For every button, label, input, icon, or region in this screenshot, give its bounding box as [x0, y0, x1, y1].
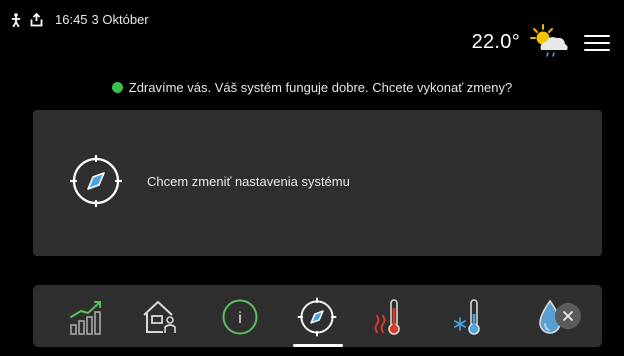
clock-time: 16:45: [55, 12, 88, 27]
upload-icon: [30, 12, 43, 26]
info-icon[interactable]: i: [217, 294, 263, 340]
compass-icon[interactable]: [294, 294, 340, 340]
house-person-icon[interactable]: [137, 294, 183, 340]
bottom-dock: i: [33, 285, 602, 347]
close-icon[interactable]: [555, 303, 581, 329]
compass-icon: [69, 154, 123, 208]
cooling-thermometer-icon[interactable]: [447, 294, 493, 340]
change-settings-action[interactable]: Chcem zmeniť nastavenia systému: [69, 154, 350, 208]
svg-text:i: i: [238, 310, 242, 327]
status-left: 16:45 3 Október: [10, 12, 149, 27]
outdoor-temperature: 22.0°: [471, 30, 520, 53]
status-right: 22.0°: [472, 24, 610, 60]
heating-thermometer-icon[interactable]: [367, 294, 413, 340]
status-message-text: Zdravíme vás. Váš systém funguje dobre. …: [128, 80, 513, 95]
system-status-message: Zdravíme vás. Váš systém funguje dobre. …: [0, 80, 624, 95]
hamburger-menu-icon[interactable]: [584, 31, 610, 53]
quick-action-panel: Chcem zmeniť nastavenia systému: [33, 110, 602, 256]
partly-sunny-rain-icon[interactable]: [530, 24, 570, 60]
change-settings-label: Chcem zmeniť nastavenia systému: [147, 173, 350, 189]
status-bar: 16:45 3 Október 22.0°: [0, 0, 624, 66]
person-icon: [11, 12, 21, 27]
dock-selected-indicator: [293, 344, 343, 347]
date: 3 Október: [91, 12, 149, 27]
energy-bars-icon[interactable]: [64, 294, 110, 340]
status-ok-indicator: [111, 82, 123, 93]
